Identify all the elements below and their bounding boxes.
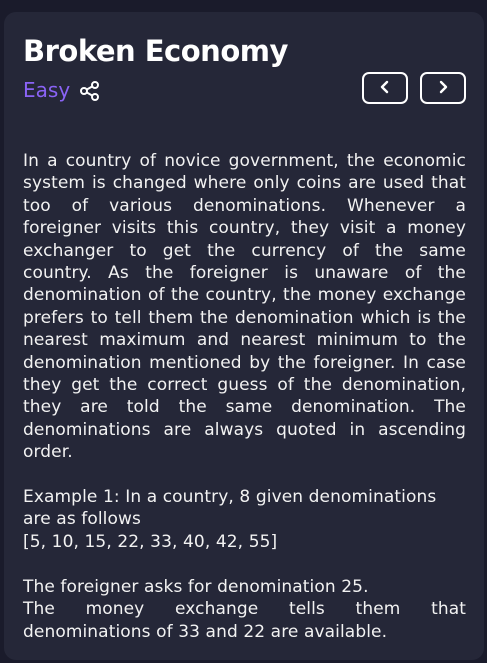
example-answer: The money exchange tells them that denom… <box>23 599 466 642</box>
example-explanation: The foreigner asks for denomination 25. … <box>23 576 466 643</box>
share-icon[interactable] <box>79 80 101 102</box>
example-ask: The foreigner asks for denomination 25. <box>23 576 369 597</box>
problem-title: Broken Economy <box>23 34 288 68</box>
previous-problem-button[interactable] <box>362 72 408 104</box>
problem-meta-row: Easy <box>23 72 466 112</box>
example-intro: Example 1: In a country, 8 given denomin… <box>23 486 466 553</box>
next-problem-button[interactable] <box>420 72 466 104</box>
problem-panel: Broken Economy Easy In a country of novi… <box>4 12 484 660</box>
description-paragraph: In a country of novice government, the e… <box>23 151 466 463</box>
problem-description: In a country of novice government, the e… <box>23 150 466 643</box>
example-denominations: [5, 10, 15, 22, 33, 40, 42, 55] <box>23 531 278 552</box>
problem-navigation <box>362 72 466 104</box>
chevron-right-icon <box>437 79 449 98</box>
example-intro-text: Example 1: In a country, 8 given denomin… <box>23 487 437 530</box>
difficulty-badge: Easy <box>23 78 71 102</box>
chevron-left-icon <box>379 79 391 98</box>
